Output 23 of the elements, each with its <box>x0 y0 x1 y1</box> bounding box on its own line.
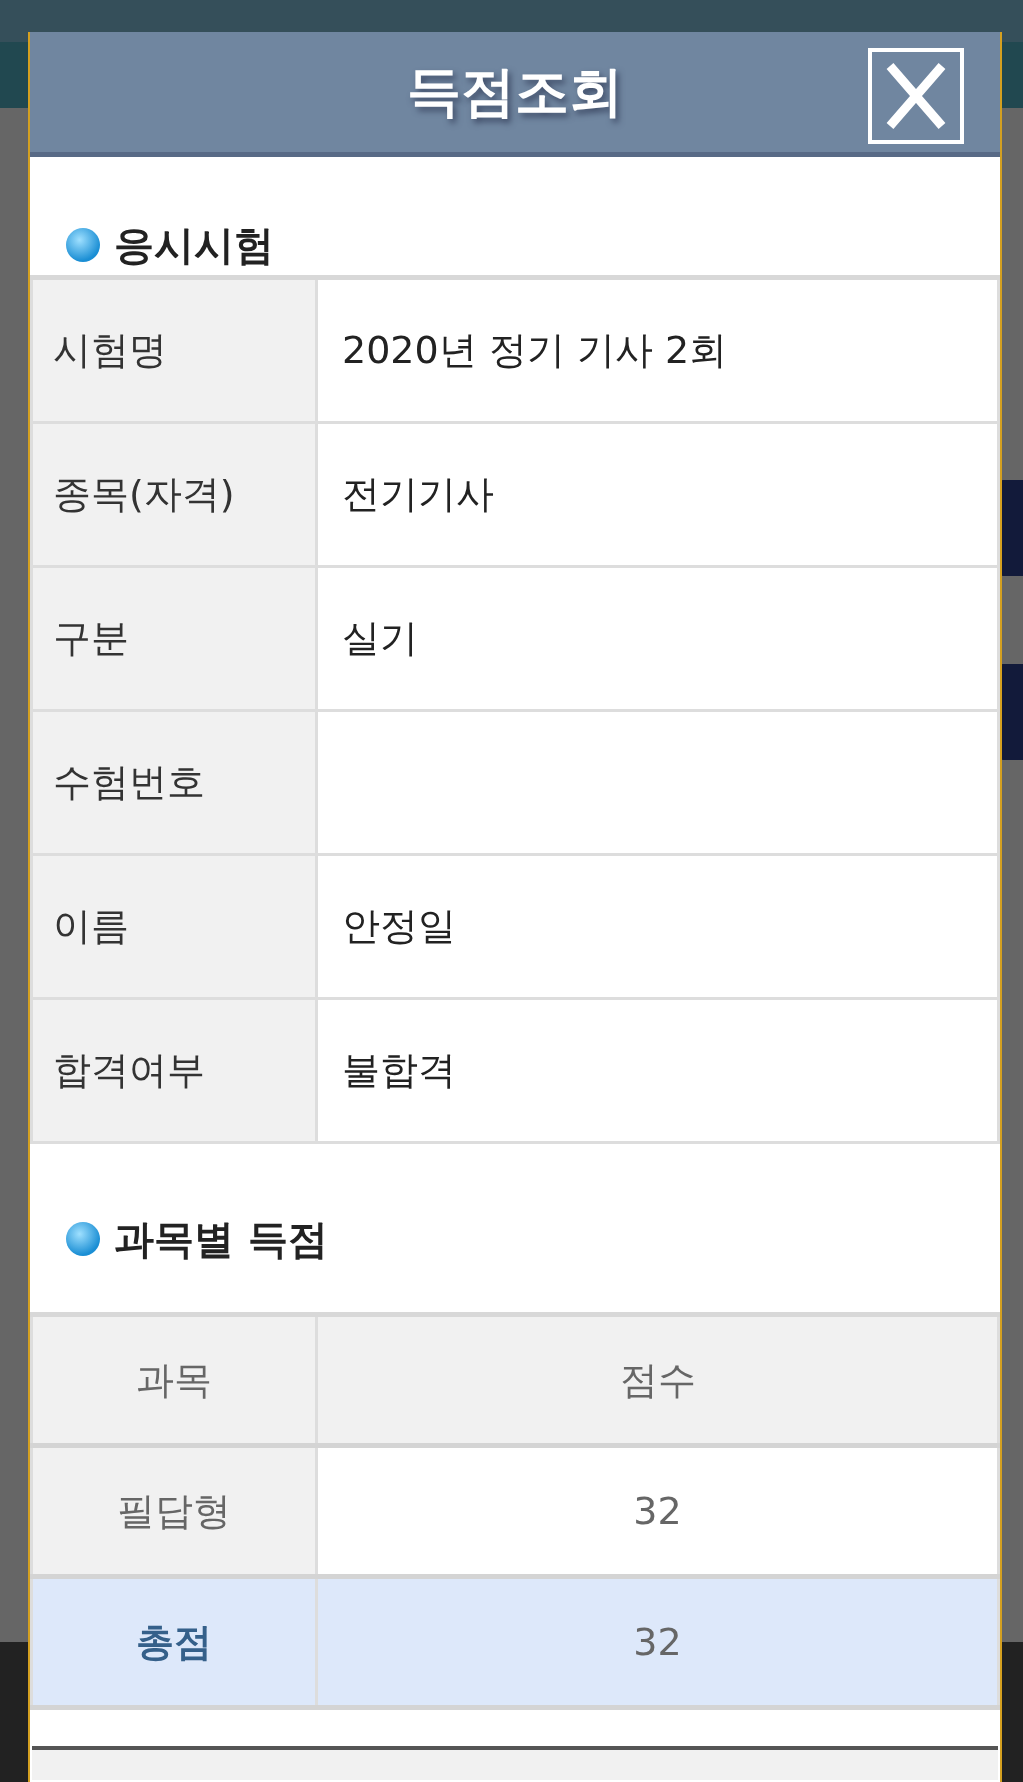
row-label: 수험번호 <box>30 712 318 853</box>
column-header: 과목 <box>30 1317 318 1443</box>
bullet-icon <box>66 228 100 262</box>
table-cell: 2020년 정기 기사 2회 <box>318 280 1000 421</box>
table-cell: 전기기사 <box>318 424 1000 565</box>
row-label: 시험명 <box>30 280 318 421</box>
row-label: 구분 <box>30 568 318 709</box>
table-cell: 불합격 <box>318 1000 1000 1141</box>
section-heading: 응시시험 <box>114 220 274 270</box>
table-cell: 필답형 <box>30 1448 318 1574</box>
bullet-icon <box>66 1222 100 1256</box>
table-cell: 안정일 <box>318 856 1000 997</box>
table-cell: 총점 <box>30 1579 318 1705</box>
row-label: 이름 <box>30 856 318 997</box>
close-button[interactable] <box>868 48 964 144</box>
row-label: 종목(자격) <box>30 424 318 565</box>
row-label: 합격여부 <box>30 1000 318 1141</box>
table-cell: 32 <box>318 1448 1000 1574</box>
table-cell: 32 <box>318 1579 1000 1705</box>
section-heading: 과목별 득점 <box>114 1214 328 1264</box>
dialog-title: 득점조회 <box>407 58 623 125</box>
table-cell: 실기 <box>318 568 1000 709</box>
column-header: 점수 <box>318 1317 1000 1443</box>
